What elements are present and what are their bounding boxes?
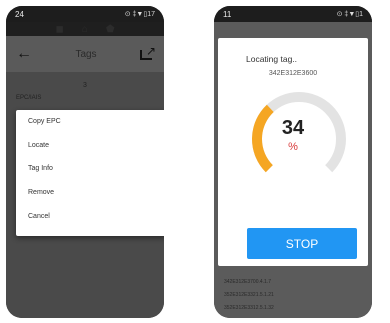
menu-item-copy-epc[interactable]: Copy EPC	[16, 110, 164, 134]
status-time: 24	[15, 9, 24, 19]
tag-list: 342E312E3700.4.1.7 352E312E3321.5.1.21 3…	[224, 276, 368, 315]
locate-dialog: Locating tag.. 342E312E3600 34 % STOP	[218, 38, 368, 266]
status-bar: 11 ⊙ ‡▼▯1	[214, 6, 372, 22]
phone-left: 24 ⊙ ‡▼▯17 ◼ ⌂ ⬟ ← Tags ↗ 3 EPC/IAIS Cop…	[6, 6, 164, 318]
page-title: Tags	[75, 48, 97, 60]
menu-item-remove[interactable]: Remove	[16, 181, 164, 205]
epc-column-header: EPC/IAIS	[16, 95, 42, 101]
status-bar: 24 ⊙ ‡▼▯17	[6, 6, 164, 22]
status-icons: ⊙ ‡▼▯17	[124, 11, 155, 18]
dialog-title: Locating tag..	[246, 54, 298, 64]
list-item[interactable]: 352E312E3321.5.1.21	[224, 289, 368, 302]
menu-item-locate[interactable]: Locate	[16, 134, 164, 158]
status-icons: ⊙ ‡▼▯1	[336, 11, 363, 18]
app-bar: ← Tags ↗	[6, 36, 164, 72]
cube-icon: ◼	[55, 23, 64, 35]
shield-icon: ⬟	[105, 23, 115, 35]
context-menu: Copy EPC Locate Tag Info Remove Cancel	[16, 110, 164, 236]
home-icon: ⌂	[81, 23, 88, 35]
status-time: 11	[223, 9, 232, 19]
stop-button[interactable]: STOP	[247, 228, 357, 259]
phone-right: 11 ⊙ ‡▼▯1 Locating tag.. 342E312E3600 34…	[214, 6, 372, 318]
locate-screen: Locating tag.. 342E312E3600 34 % STOP 34…	[214, 22, 372, 318]
menu-item-cancel[interactable]: Cancel	[16, 204, 164, 228]
export-icon[interactable]: ↗	[140, 44, 156, 60]
dimmed-nav-strip: ◼ ⌂ ⬟	[6, 22, 164, 36]
gauge-value: 34	[281, 117, 305, 139]
list-item[interactable]: 342E312E3700.4.1.7	[224, 276, 368, 289]
dialog-epc: 342E312E3600	[268, 70, 318, 77]
list-item[interactable]: 352E312E3312.5.1.32	[224, 302, 368, 315]
gauge-unit: %	[288, 141, 298, 153]
menu-item-tag-info[interactable]: Tag Info	[16, 157, 164, 181]
tag-count: 3	[83, 82, 87, 89]
back-arrow-icon[interactable]: ←	[16, 46, 32, 62]
